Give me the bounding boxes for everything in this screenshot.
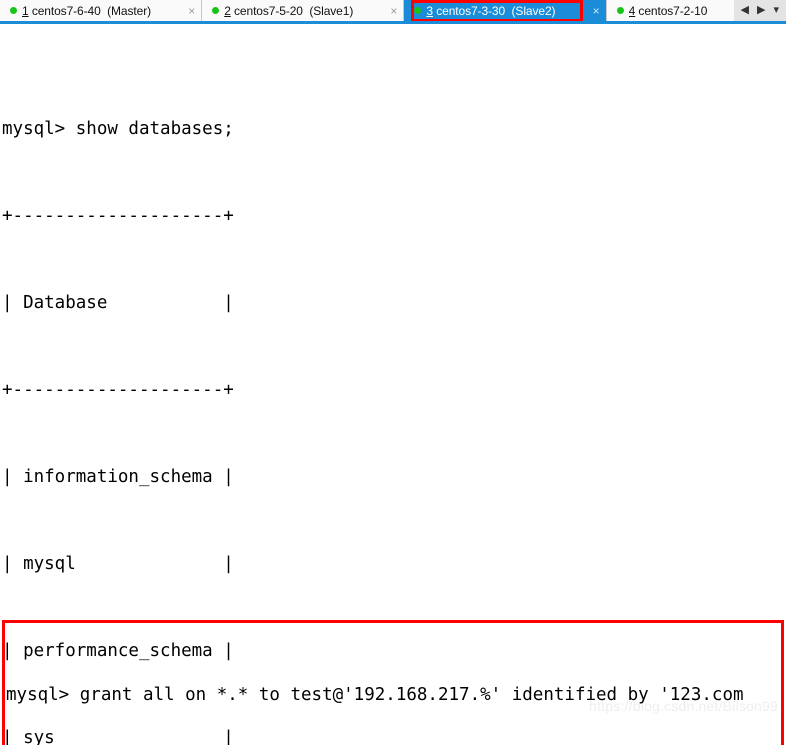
terminal-line: | Database |: [2, 293, 234, 313]
tab-bar: 1 centos7-6-40 (Master) × 2 centos7-5-20…: [0, 0, 786, 24]
tab-name: centos7-5-20: [234, 3, 303, 18]
terminal-line: | mysql |: [2, 554, 234, 574]
tab-centos7-2-10[interactable]: 4 centos7-2-10: [606, 0, 734, 21]
terminal-line: +--------------------+: [2, 206, 234, 226]
tab-nav-controls: ◀ ▶ ▾: [733, 0, 786, 21]
tab-index: 3: [426, 3, 433, 18]
status-dot-icon: [414, 7, 422, 14]
highlighted-command-box: mysql> grant all on *.* to test@'192.168…: [2, 620, 784, 745]
close-icon[interactable]: ×: [184, 4, 195, 18]
scroll-right-icon[interactable]: ▶: [754, 5, 768, 16]
status-dot-icon: [10, 7, 17, 14]
status-dot-icon: [616, 7, 624, 14]
status-dot-icon: [212, 7, 220, 14]
terminal-line: mysql> show databases;: [2, 119, 234, 139]
tab-label: 3 centos7-3-30 (Slave2): [426, 4, 583, 18]
close-icon[interactable]: ×: [589, 4, 600, 18]
tab-role: (Master): [107, 3, 151, 18]
tab-name: centos7-3-30: [436, 3, 506, 18]
highlighted-command-line-1: mysql> grant all on *.* to test@'192.168…: [6, 685, 744, 705]
tab-label: 1 centos7-6-40 (Master): [22, 4, 179, 18]
close-icon[interactable]: ×: [386, 4, 397, 18]
tab-role: (Slave1): [309, 3, 354, 18]
tab-index: 2: [224, 3, 231, 18]
tab-index: 1: [22, 3, 29, 18]
tab-role: (Slave2): [511, 3, 556, 18]
terminal-line: +--------------------+: [2, 380, 234, 400]
tab-centos7-3-30[interactable]: 3 centos7-3-30 (Slave2) ×: [404, 0, 607, 21]
tab-centos7-6-40[interactable]: 1 centos7-6-40 (Master) ×: [0, 0, 203, 21]
scroll-left-icon[interactable]: ◀: [738, 5, 752, 16]
tab-name: centos7-2-10: [638, 3, 708, 18]
tab-name: centos7-6-40: [31, 3, 101, 18]
tab-centos7-5-20[interactable]: 2 centos7-5-20 (Slave1) ×: [202, 0, 405, 21]
tab-label: 2 centos7-5-20 (Slave1): [224, 4, 381, 18]
tab-index: 4: [628, 3, 636, 18]
tab-list-menu-icon[interactable]: ▾: [770, 5, 782, 16]
terminal-line: | information_schema |: [2, 467, 234, 487]
tab-label: 4 centos7-2-10: [629, 4, 728, 18]
terminal-output[interactable]: mysql> show databases; +----------------…: [0, 24, 786, 745]
